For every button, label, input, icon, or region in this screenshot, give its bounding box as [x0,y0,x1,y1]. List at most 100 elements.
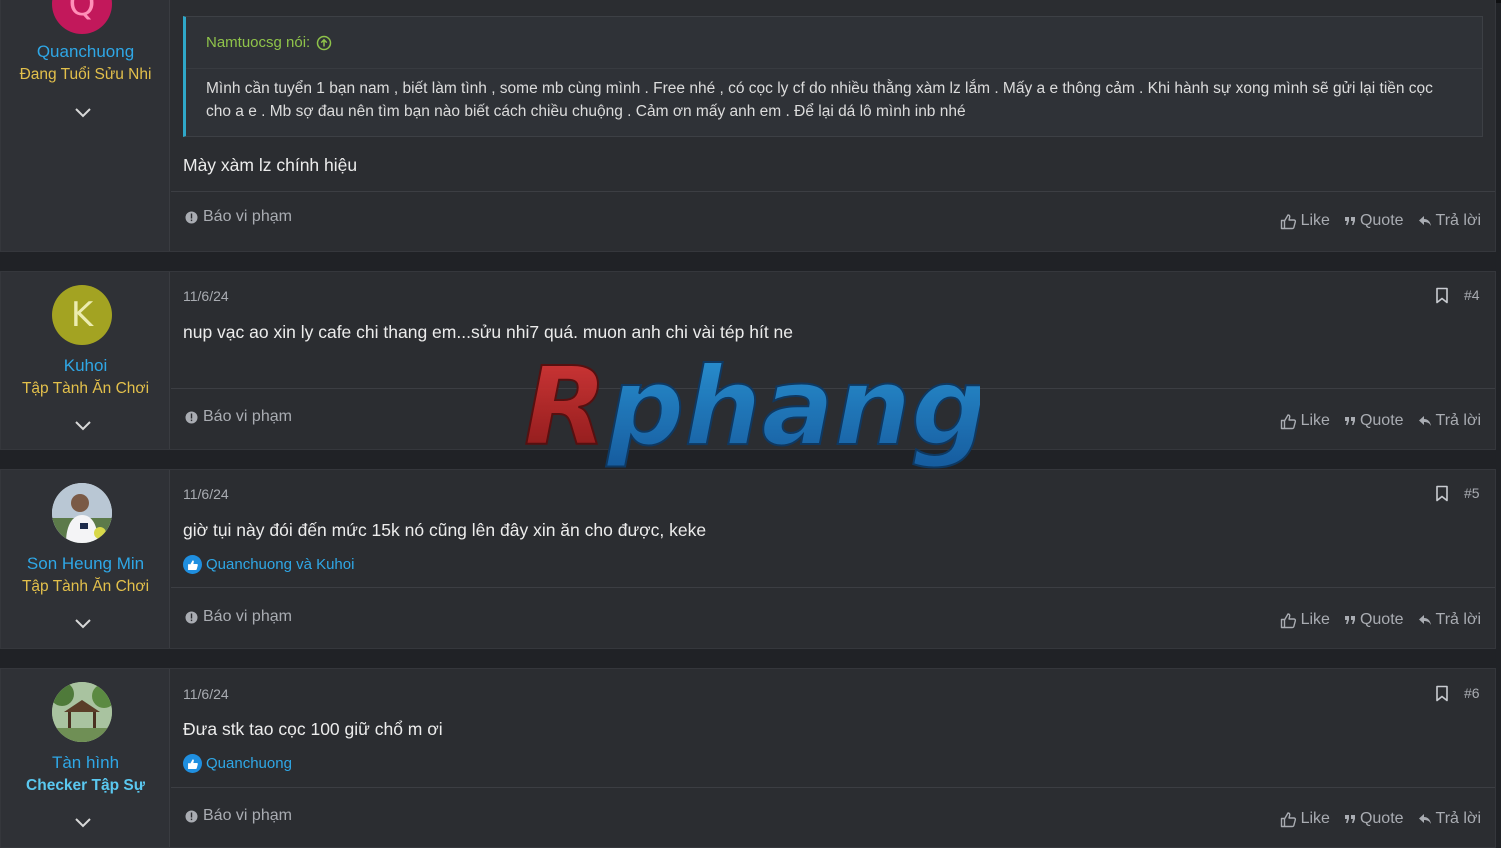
reply-arrow-icon [1418,416,1431,426]
thumbs-up-icon [1280,413,1296,429]
avatar[interactable]: K [52,285,112,345]
username[interactable]: Son Heung Min [1,554,170,574]
post-3: Son Heung Min Tập Tành Ăn Chơi 11/6/24 #… [0,469,1496,649]
user-title: Tập Tành Ăn Chơi [21,578,150,595]
quote-label: Quote [1359,412,1404,429]
like-button[interactable]: Like [1280,212,1330,230]
username[interactable]: Kuhoi [1,356,170,376]
reply-button[interactable]: Trả lời [1418,412,1481,430]
thumbs-up-icon [1280,612,1296,628]
report-link[interactable]: Báo vi phạm [185,807,292,825]
warning-icon [185,411,198,423]
post-4: Tàn hình Checker Tập Sự 11/6/24 #6 Đưa s… [0,668,1496,848]
quote-button[interactable]: Quote [1344,212,1404,230]
quote-button[interactable]: Quote [1344,810,1404,828]
post-date[interactable]: 11/6/24 [183,288,229,304]
quote-label: Quote [1359,611,1404,628]
reaction-summary[interactable]: Quanchuong [183,754,292,773]
post-message: Đưa stk tao cọc 100 giữ chổ m ơi [183,719,443,739]
reply-arrow-icon [1418,216,1431,226]
reply-label: Trả lời [1435,810,1481,827]
warning-icon [185,211,198,223]
thumbs-up-icon [1280,213,1296,229]
divider [171,787,1495,788]
quote-button[interactable]: Quote [1344,611,1404,629]
like-button[interactable]: Like [1280,810,1330,828]
reaction-users[interactable]: Quanchuong [206,755,292,772]
chevron-down-icon[interactable] [73,815,93,829]
report-link[interactable]: Báo vi phạm [185,208,292,226]
post-actions: Like Quote Trả lời [1280,212,1481,230]
reply-button[interactable]: Trả lời [1418,212,1481,230]
post-actions: Like Quote Trả lời [1280,412,1481,430]
quote-author[interactable]: Namtuocsg nói: [206,34,310,51]
user-column: Q Quanchuong Đang Tuổi Sửu Nhi [1,0,170,251]
user-column: Tàn hình Checker Tập Sự [1,669,170,847]
bookmark-icon[interactable] [1435,685,1449,702]
post-message: giờ tụi này đói đến mức 15k nó cũng lên … [183,520,707,540]
reply-arrow-icon [1418,615,1431,625]
like-label: Like [1300,611,1330,628]
like-button[interactable]: Like [1280,412,1330,430]
post-number[interactable]: #4 [1464,287,1480,303]
quote-text: Mình cần tuyển 1 bạn nam , biết làm tình… [206,80,1433,120]
chevron-down-icon[interactable] [73,418,93,432]
watermark-text: Rphang [524,352,980,470]
warning-icon [185,810,198,822]
user-column: Son Heung Min Tập Tành Ăn Chơi [1,470,170,648]
like-label: Like [1300,810,1330,827]
avatar[interactable]: Q [52,0,112,34]
warning-icon [185,611,198,623]
user-title: Checker Tập Sự [26,777,145,794]
post-message: Mày xàm lz chính hiệu [183,155,358,175]
post-message: nup vạc ao xin ly cafe chi thang em...sử… [183,322,794,342]
reply-button[interactable]: Trả lời [1418,611,1481,629]
reply-label: Trả lời [1435,212,1481,229]
reply-label: Trả lời [1435,611,1481,628]
reply-arrow-icon [1418,814,1431,824]
divider [171,587,1495,588]
like-reaction-icon [183,754,202,773]
quote-button[interactable]: Quote [1344,412,1404,430]
username[interactable]: Tàn hình [1,753,170,773]
report-link[interactable]: Báo vi phạm [185,608,292,626]
like-reaction-icon [183,555,202,574]
post-actions: Like Quote Trả lời [1280,810,1481,828]
quote-label: Quote [1359,810,1404,827]
quote-icon [1344,616,1355,624]
quote-label: Quote [1359,212,1404,229]
report-label: Báo vi phạm [203,208,292,225]
user-title: Đang Tuổi Sửu Nhi [19,66,152,83]
reply-label: Trả lời [1435,412,1481,429]
quote-icon [1344,815,1355,823]
username[interactable]: Quanchuong [1,42,170,62]
post-number[interactable]: #6 [1464,685,1480,701]
bookmark-icon[interactable] [1435,485,1449,502]
post-date[interactable]: 11/6/24 [183,686,229,702]
like-label: Like [1300,412,1330,429]
chevron-down-icon[interactable] [73,105,93,119]
report-label: Báo vi phạm [203,408,292,425]
reaction-users[interactable]: Quanchuong và Kuhoi [206,556,354,573]
report-link[interactable]: Báo vi phạm [185,408,292,426]
chevron-down-icon[interactable] [73,616,93,630]
thumbs-up-icon [1280,811,1296,827]
avatar[interactable] [52,483,112,543]
quote-header[interactable]: Namtuocsg nói: [186,17,1482,69]
report-label: Báo vi phạm [203,807,292,824]
quote-icon [1344,417,1355,425]
post-actions: Like Quote Trả lời [1280,611,1481,629]
like-button[interactable]: Like [1280,611,1330,629]
arrow-up-circle-icon[interactable] [316,35,332,51]
user-column: K Kuhoi Tập Tành Ăn Chơi [1,272,170,449]
watermark-logo: Rphang [523,352,980,471]
quote-icon [1344,217,1355,225]
post-date[interactable]: 11/6/24 [183,486,229,502]
bookmark-icon[interactable] [1435,287,1449,304]
reaction-summary[interactable]: Quanchuong và Kuhoi [183,555,354,574]
divider [171,191,1495,192]
quote-block: Namtuocsg nói: Mình cần tuyển 1 bạn nam … [183,16,1483,137]
reply-button[interactable]: Trả lời [1418,810,1481,828]
post-number[interactable]: #5 [1464,485,1480,501]
avatar[interactable] [52,682,112,742]
